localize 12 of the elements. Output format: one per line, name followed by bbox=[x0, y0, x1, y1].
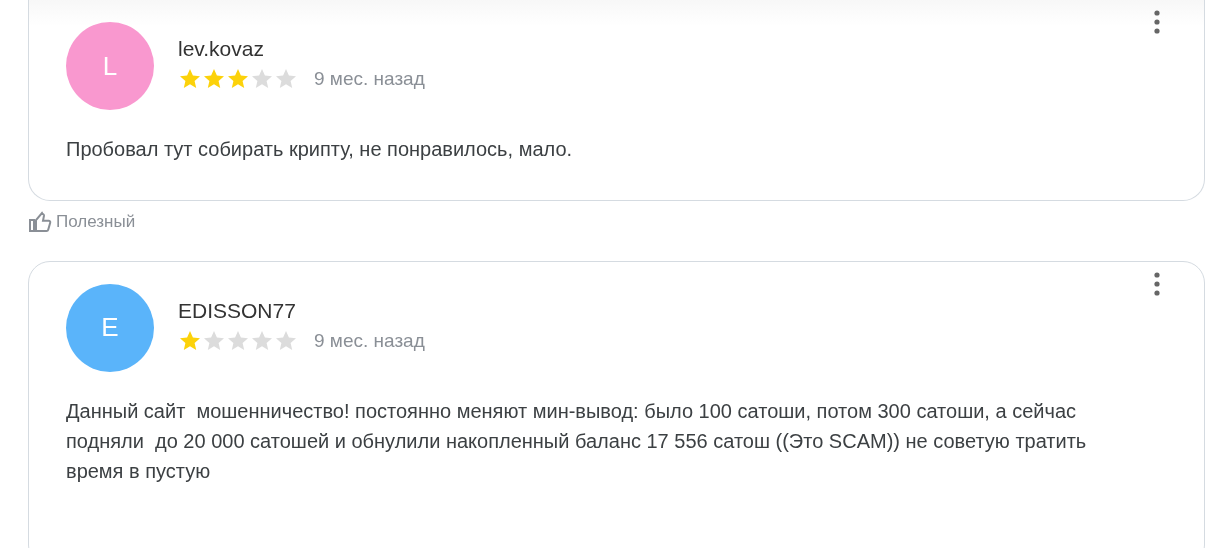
author-name: EDISSON77 bbox=[178, 297, 297, 323]
review-date: 9 мес. назад bbox=[314, 328, 425, 353]
more-icon bbox=[1154, 10, 1160, 34]
avatar: E bbox=[66, 283, 154, 372]
avatar: L bbox=[66, 22, 154, 110]
author-name: lev.kovaz bbox=[178, 36, 265, 62]
review-text: Данный сайт мошенничество! постоянно меняют мин-вывод: было 100 сатоши, потом 300 сатоши, а сейчас подняли до 20 000 сатошей и обнулили накопленный баланс 17 556 сатош ((Это SCAM)) не советую тратить время в пустую bbox=[66, 398, 1088, 484]
review-date: 9 мес. назад bbox=[314, 67, 425, 92]
helpful-button[interactable]: Полезный bbox=[28, 209, 136, 235]
thumbs-up-icon bbox=[28, 209, 52, 234]
review-text: Пробовал тут собирать крипту, не понравилось, мало. bbox=[66, 137, 574, 162]
more-icon bbox=[1154, 271, 1160, 296]
